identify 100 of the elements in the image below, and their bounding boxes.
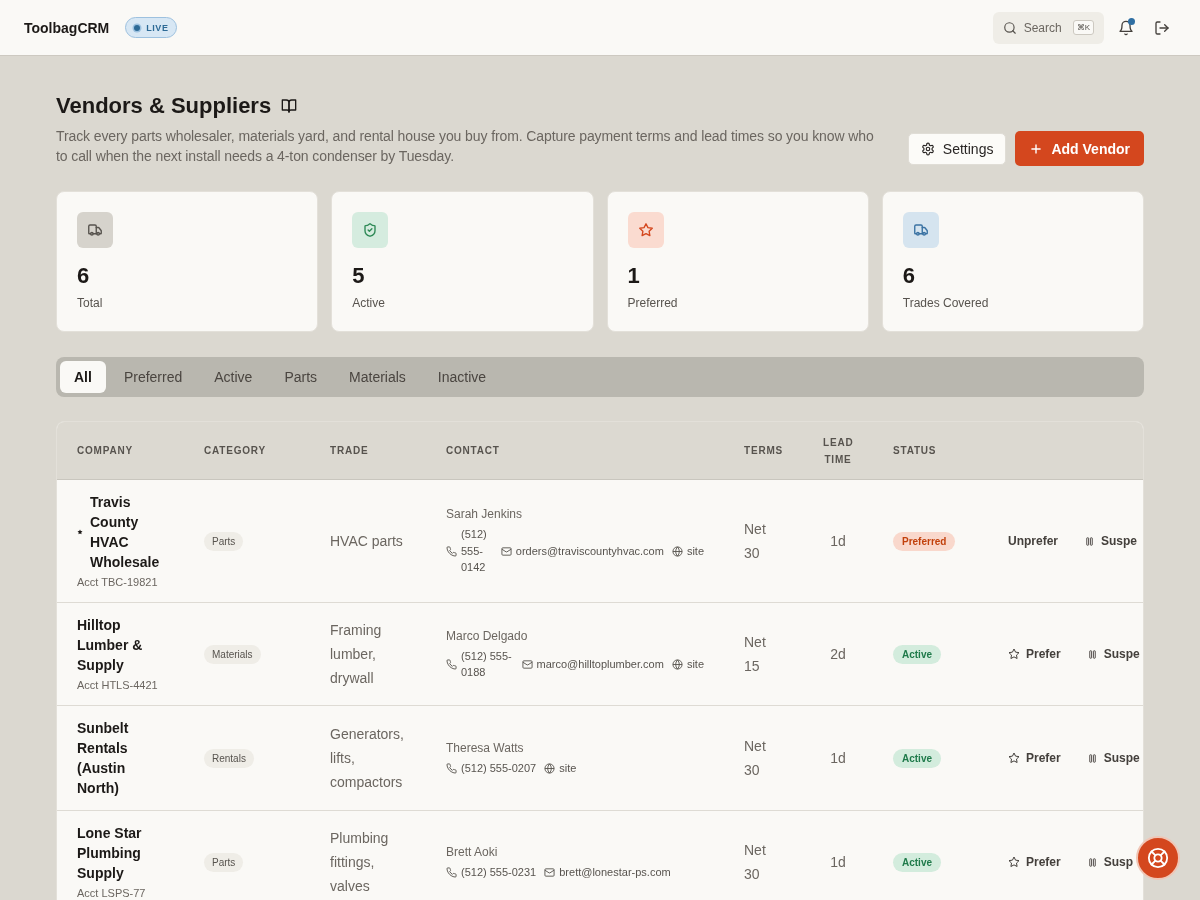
page-title: Vendors & Suppliers xyxy=(56,92,272,120)
lead-time: 2d xyxy=(830,646,846,662)
category-tag: Materials xyxy=(204,645,261,664)
filter-tab[interactable]: Materials xyxy=(335,361,420,393)
prefer-button[interactable]: Prefer xyxy=(1000,641,1069,667)
mail-icon xyxy=(500,545,512,557)
stat-label: Preferred xyxy=(627,295,679,311)
phone-icon xyxy=(446,658,457,670)
website-link[interactable]: site xyxy=(686,655,704,673)
category-tag: Rentals xyxy=(204,749,254,768)
lead-time: 1d xyxy=(830,533,846,549)
pause-icon xyxy=(1084,535,1095,547)
company-name: Hilltop Lumber & Supply xyxy=(77,616,144,675)
column-header: STATUS xyxy=(893,445,937,456)
phone-icon xyxy=(446,866,457,878)
lead-time: 1d xyxy=(830,750,846,766)
website-link[interactable]: site xyxy=(686,542,704,560)
email-link[interactable]: orders@traviscountyhvac.com xyxy=(515,542,664,560)
stat-label: Trades Covered xyxy=(902,295,990,311)
globe-icon xyxy=(671,545,683,557)
column-header: LEAD TIME xyxy=(823,436,854,465)
filter-tab[interactable]: Active xyxy=(200,361,267,393)
email-link[interactable]: brett@lonestar-ps.com xyxy=(559,863,671,881)
contact-name: Marco Delgado xyxy=(446,627,529,644)
page-description: Track every parts wholesaler, materials yard, and rental house you buy from. Capture payment terms and lead times so you know who to call when the next install needs a 4-ton condenser by Tuesday. xyxy=(56,127,875,166)
pause-icon xyxy=(1086,648,1098,660)
search-button[interactable]: Search ⌘K xyxy=(992,11,1104,44)
suspend-button[interactable]: Suspe xyxy=(1078,641,1140,667)
status-badge: Active xyxy=(893,645,941,664)
shortcut-key: ⌘K xyxy=(1072,20,1094,35)
payment-terms: Net 30 xyxy=(744,842,766,882)
website-link[interactable]: site xyxy=(559,759,577,777)
book-icon xyxy=(281,98,298,114)
plus-icon xyxy=(1029,141,1044,156)
category-tag: Parts xyxy=(204,532,244,551)
unprefer-button[interactable]: Unprefer xyxy=(1000,528,1066,554)
mail-icon xyxy=(544,866,556,878)
trade-text: Plumbing fittings, valves xyxy=(330,830,389,894)
company-name: Sunbelt Rentals (Austin North) xyxy=(77,719,130,798)
prefer-button[interactable]: Prefer xyxy=(1000,849,1069,875)
help-button[interactable] xyxy=(1136,836,1180,880)
phone-number: (512) 555-0207 xyxy=(461,760,537,776)
search-icon xyxy=(1002,20,1017,35)
phone-icon xyxy=(446,762,457,774)
status-badge: Active xyxy=(893,749,941,768)
column-header: CONTACT xyxy=(446,445,500,456)
stat-label: Total xyxy=(77,295,104,311)
filter-tab[interactable]: All xyxy=(60,361,106,393)
lifebuoy-icon xyxy=(1147,847,1169,869)
lead-time: 1d xyxy=(830,854,846,870)
payment-terms: Net 30 xyxy=(744,738,766,778)
pause-icon xyxy=(1086,856,1098,868)
phone-number: (512) 555-0231 xyxy=(461,864,537,880)
payment-terms: Net 15 xyxy=(744,634,766,674)
category-tag: Parts xyxy=(204,853,244,872)
trade-text: HVAC parts xyxy=(330,533,403,549)
prefer-button[interactable]: Prefer xyxy=(1000,745,1069,771)
globe-icon xyxy=(671,658,683,670)
live-dot-icon xyxy=(132,22,143,33)
stat-value: 5 xyxy=(352,262,366,290)
status-badge: Active xyxy=(893,853,941,872)
settings-button[interactable]: Settings xyxy=(907,132,1007,165)
contact-name: Brett Aoki xyxy=(446,843,499,860)
settings-icon xyxy=(920,141,935,156)
mail-icon xyxy=(521,658,533,670)
filter-tab[interactable]: Preferred xyxy=(109,361,197,393)
bell-icon xyxy=(1118,19,1134,36)
status-badge: Preferred xyxy=(893,532,956,551)
app-logo: ToolbagCRM xyxy=(24,19,110,36)
stat-label: Active xyxy=(352,295,386,311)
filter-tab[interactable]: Parts xyxy=(270,361,332,393)
phone-number: (512) 555-0142 xyxy=(461,527,488,576)
column-header: COMPANY xyxy=(77,445,133,456)
stat-value: 1 xyxy=(627,262,641,290)
payment-terms: Net 30 xyxy=(744,521,766,561)
contact-name: Sarah Jenkins xyxy=(446,506,524,523)
company-name: Travis County HVAC Wholesale xyxy=(90,493,161,572)
logout-icon xyxy=(1154,19,1170,36)
pause-icon xyxy=(1086,752,1098,764)
suspend-button[interactable]: Suspe xyxy=(1078,745,1140,771)
suspend-button[interactable]: Suspe xyxy=(1076,528,1138,554)
column-header: TRADE xyxy=(330,445,369,456)
live-label: LIVE xyxy=(146,22,169,33)
column-header: TERMS xyxy=(744,445,783,456)
account-number: Acct TBC-19821 xyxy=(77,575,159,590)
column-header: CATEGORY xyxy=(204,445,266,456)
trade-text: Framing lumber, drywall xyxy=(330,622,382,686)
trade-text: Generators, lifts, compactors xyxy=(330,726,404,790)
globe-icon xyxy=(544,762,556,774)
stat-value: 6 xyxy=(902,262,916,290)
add-vendor-button[interactable]: Add Vendor xyxy=(1015,131,1144,166)
contact-name: Theresa Watts xyxy=(446,739,525,756)
phone-icon xyxy=(446,545,457,557)
email-link[interactable]: marco@hilltoplumber.com xyxy=(536,655,664,673)
company-name: Lone Star Plumbing Supply xyxy=(77,824,143,883)
phone-number: (512) 555-0188 xyxy=(461,648,513,680)
account-number: Acct LSPS-77 xyxy=(77,886,147,900)
filter-tab[interactable]: Inactive xyxy=(423,361,501,393)
account-number: Acct HTLS-4421 xyxy=(77,678,159,693)
suspend-button[interactable]: Susp xyxy=(1078,849,1134,875)
